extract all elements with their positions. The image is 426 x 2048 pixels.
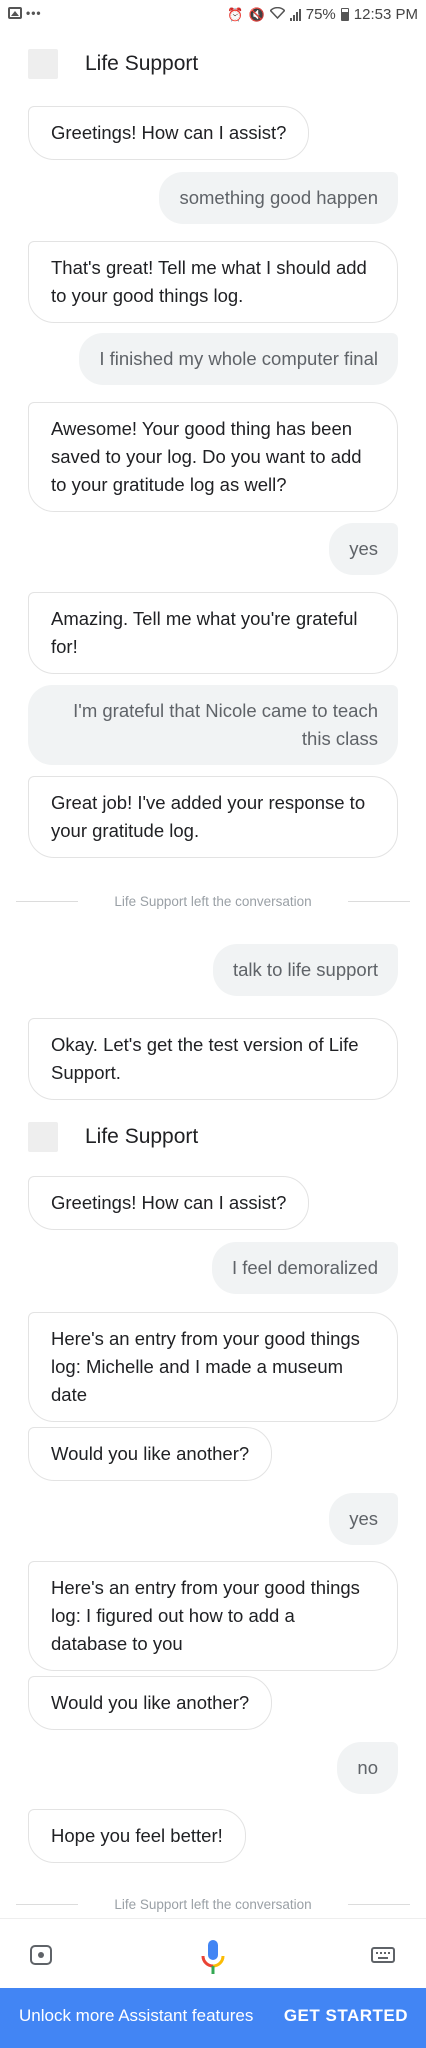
- user-message: I'm grateful that Nicole came to teach t…: [28, 685, 398, 765]
- conversation-divider: Life Support left the conversation: [16, 894, 410, 909]
- keyboard-icon[interactable]: [371, 1947, 395, 1963]
- assistant-message: Here's an entry from your good things lo…: [28, 1561, 398, 1671]
- system-message: Life Support left the conversation: [114, 894, 312, 909]
- assistant-message: Greetings! How can I assist?: [28, 106, 310, 160]
- user-message: I finished my whole computer final: [79, 333, 398, 385]
- status-bar: ••• ⏰ 🔇 75% 12:53 PM: [0, 0, 426, 30]
- mute-icon: 🔇: [248, 6, 265, 22]
- assistant-message: Would you like another?: [28, 1427, 273, 1481]
- assistant-message: Okay. Let's get the test version of Life…: [28, 1018, 398, 1100]
- assistant-message: Awesome! Your good thing has been saved …: [28, 402, 398, 512]
- clock-time: 12:53 PM: [353, 6, 418, 23]
- signal-icon: [289, 8, 301, 21]
- user-message: yes: [329, 523, 398, 575]
- user-message: no: [337, 1742, 398, 1794]
- alarm-icon: ⏰: [227, 6, 244, 22]
- app-header: Life Support: [28, 1122, 198, 1152]
- app-title: Life Support: [85, 52, 199, 75]
- wifi-icon: [269, 6, 286, 22]
- assistant-message: Greetings! How can I assist?: [28, 1176, 310, 1230]
- user-message: talk to life support: [213, 944, 398, 996]
- assistant-message: That's great! Tell me what I should add …: [28, 241, 398, 323]
- assistant-message: Would you like another?: [28, 1676, 273, 1730]
- user-message: something good happen: [159, 172, 398, 224]
- user-message: I feel demoralized: [211, 1242, 398, 1294]
- system-message: Life Support left the conversation: [114, 1897, 312, 1912]
- assistant-message: Here's an entry from your good things lo…: [28, 1312, 398, 1422]
- promo-bar: Unlock more Assistant features GET START…: [0, 1988, 426, 2048]
- battery-icon: [340, 8, 349, 21]
- app-title: Life Support: [85, 1125, 199, 1148]
- conversation-divider: Life Support left the conversation: [16, 1897, 410, 1912]
- dots-icon: •••: [26, 6, 42, 20]
- promo-text: Unlock more Assistant features: [19, 2006, 254, 2025]
- lens-icon[interactable]: [30, 1945, 52, 1965]
- assistant-message: Hope you feel better!: [28, 1809, 246, 1863]
- app-avatar: [28, 49, 58, 79]
- assistant-message: Amazing. Tell me what you're grateful fo…: [28, 592, 398, 674]
- app-header: Life Support: [28, 49, 198, 79]
- app-avatar: [28, 1122, 58, 1152]
- image-icon: [8, 7, 22, 19]
- mic-icon[interactable]: [198, 1938, 228, 1978]
- battery-percent: 75%: [305, 6, 336, 23]
- assistant-message: Great job! I've added your response to y…: [28, 776, 398, 858]
- get-started-button[interactable]: GET STARTED: [284, 2006, 408, 2026]
- input-toolbar: [0, 1918, 426, 1989]
- user-message: yes: [329, 1493, 398, 1545]
